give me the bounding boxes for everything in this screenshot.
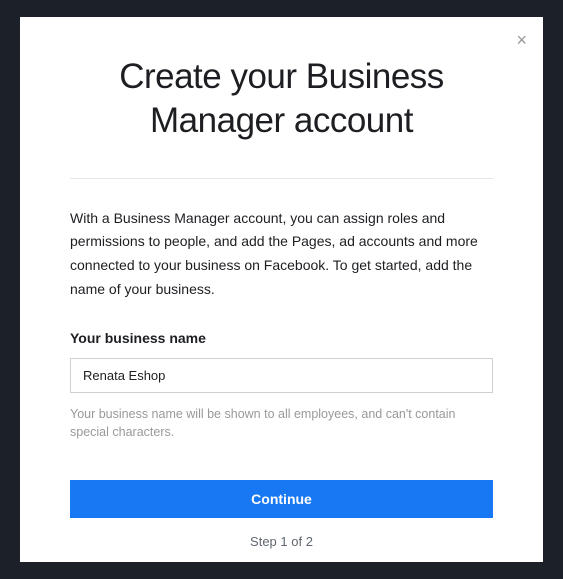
step-indicator: Step 1 of 2 [70, 534, 493, 549]
continue-button[interactable]: Continue [70, 480, 493, 518]
business-name-hint: Your business name will be shown to all … [70, 405, 493, 443]
close-button[interactable]: × [516, 31, 527, 49]
modal-description: With a Business Manager account, you can… [70, 207, 493, 302]
modal-title: Create your Business Manager account [70, 55, 493, 143]
close-icon: × [516, 30, 527, 50]
business-name-label: Your business name [70, 330, 493, 346]
divider [70, 178, 493, 179]
business-name-input[interactable] [70, 358, 493, 393]
create-business-manager-modal: × Create your Business Manager account W… [20, 17, 543, 562]
